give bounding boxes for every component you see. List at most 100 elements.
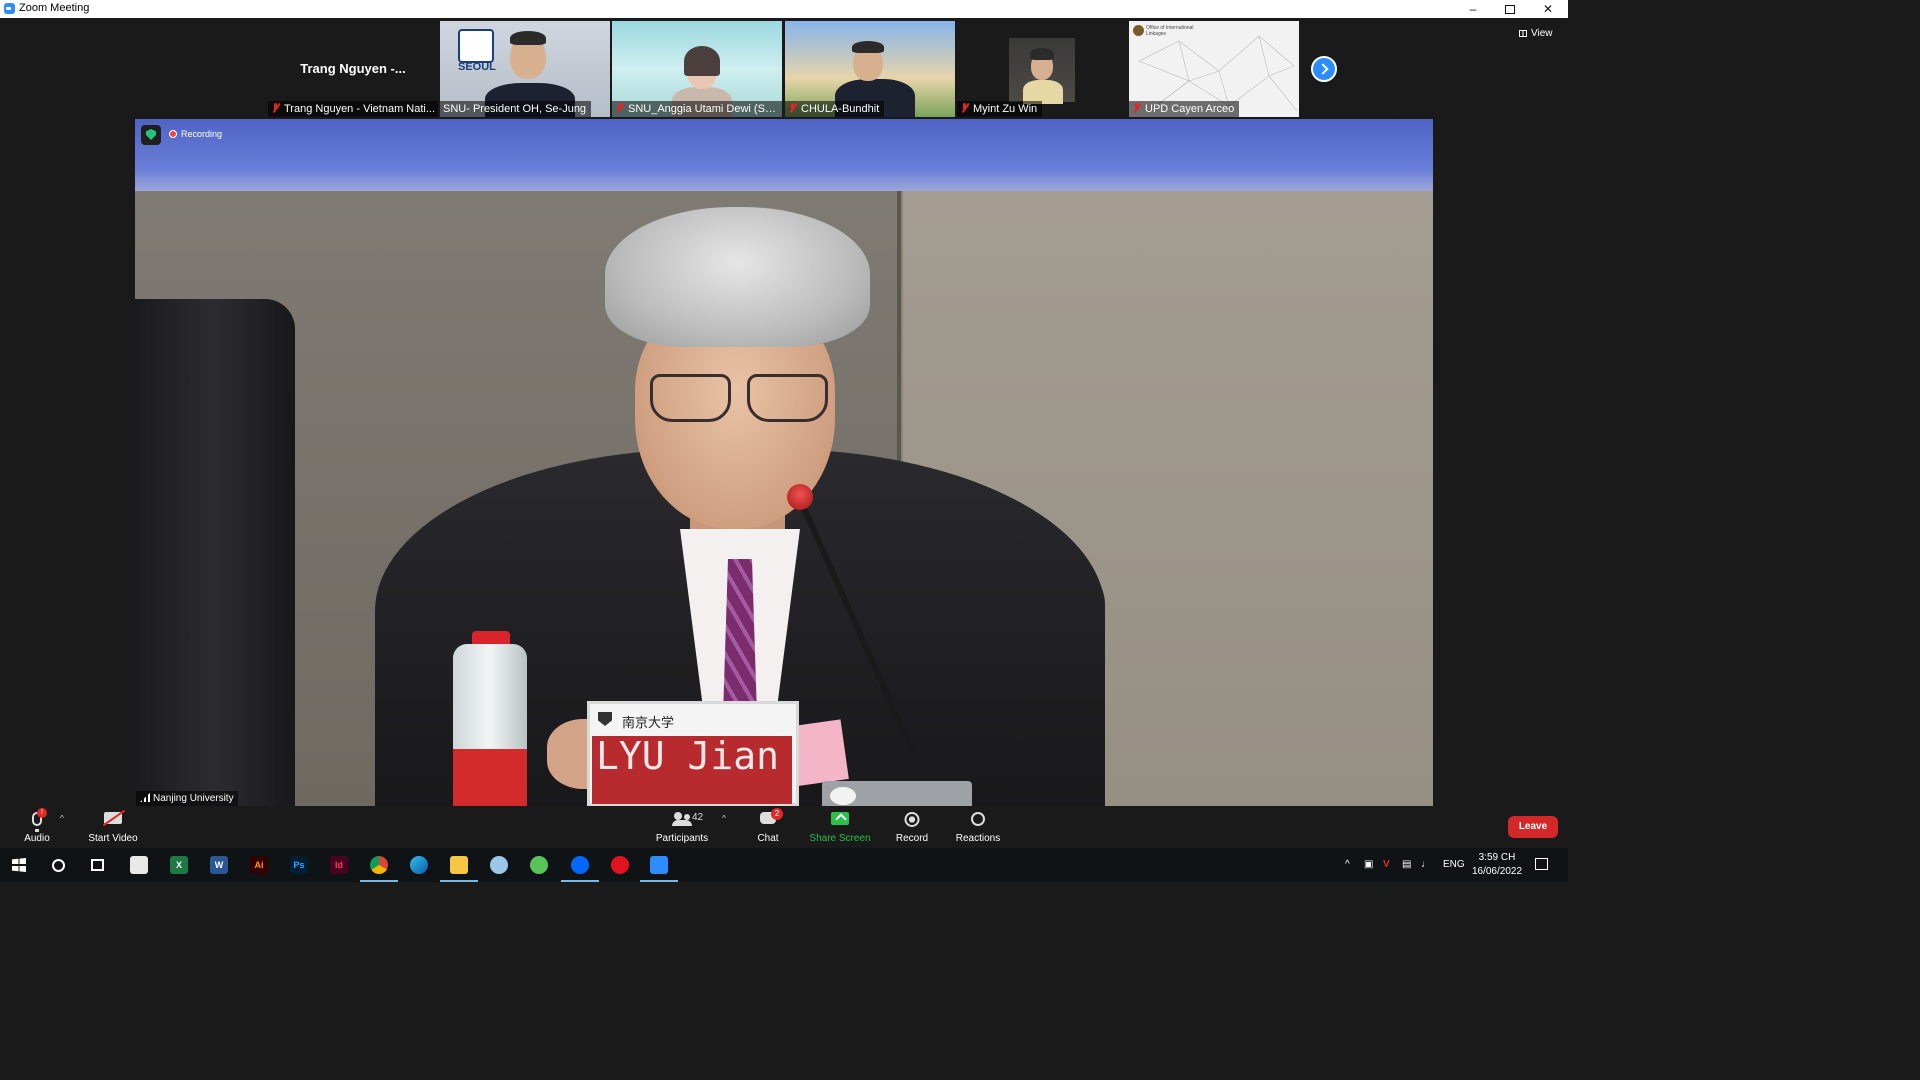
- signal-strength-icon: [140, 793, 150, 802]
- illustrator-app-icon[interactable]: Ai: [250, 856, 268, 874]
- muted-mic-icon: [615, 103, 624, 113]
- start-video-button[interactable]: Start Video: [83, 806, 143, 848]
- speaker-name: Nanjing University: [153, 793, 234, 804]
- participant-tile[interactable]: CHULA-Bundhit: [785, 21, 955, 117]
- participant-tile[interactable]: SNU_Anggia Utami Dewi (SPF): [612, 21, 782, 117]
- windows-start-icon[interactable]: [12, 858, 26, 872]
- participants-options-chevron-icon[interactable]: ^: [722, 814, 726, 823]
- task-view-icon[interactable]: [91, 859, 104, 871]
- chat-unread-badge: 2: [771, 808, 783, 820]
- taskbar-clock[interactable]: 3:59 CH 16/06/2022: [1470, 851, 1524, 879]
- participant-tile[interactable]: Myint Zu Win: [957, 21, 1127, 117]
- cortana-search-icon[interactable]: [52, 859, 65, 872]
- participant-name-tag: CHULA-Bundhit: [785, 101, 885, 117]
- edge-app-icon[interactable]: [410, 856, 428, 874]
- participant-tile[interactable]: Trang Nguyen -... Trang Nguyen - Vietnam…: [268, 21, 438, 117]
- network-icon[interactable]: ▤: [1402, 848, 1411, 882]
- opera-app-icon[interactable]: [611, 856, 629, 874]
- university-crest-icon: [598, 712, 612, 726]
- university-logo-icon: [458, 29, 494, 63]
- start-video-label: Start Video: [88, 833, 138, 844]
- participant-name: CHULA-Bundhit: [801, 103, 880, 115]
- close-button[interactable]: ✕: [1530, 0, 1566, 18]
- chair: [135, 299, 295, 806]
- record-icon: [904, 812, 920, 827]
- participant-hair: [510, 31, 546, 45]
- view-label: View: [1531, 28, 1553, 39]
- muted-mic-icon: [271, 103, 280, 113]
- calendar-app-icon[interactable]: [130, 856, 148, 874]
- nameplate-header: 南京大学: [590, 704, 796, 732]
- record-button[interactable]: Record: [892, 806, 932, 848]
- microphone-icon: [787, 484, 813, 510]
- audio-label: Audio: [24, 833, 50, 844]
- audio-button[interactable]: ! Audio: [17, 806, 57, 848]
- minimize-button[interactable]: –: [1455, 0, 1491, 18]
- file-explorer-icon[interactable]: [440, 856, 478, 882]
- nameplate-university: 南京大学: [622, 715, 675, 730]
- speaker-name-tag: Nanjing University: [136, 791, 238, 806]
- active-speaker-video[interactable]: 南京大学 LYU Jian Recording Nanjing Universi…: [135, 119, 1433, 806]
- tray-app-icon[interactable]: ▣: [1364, 848, 1373, 882]
- input-language[interactable]: ENG: [1443, 848, 1465, 882]
- word-app-icon[interactable]: W: [210, 856, 228, 874]
- photoshop-app-icon[interactable]: Ps: [290, 856, 308, 874]
- participant-gallery: Trang Nguyen -... Trang Nguyen - Vietnam…: [0, 18, 1568, 118]
- muted-mic-icon: [1132, 103, 1141, 113]
- glasses-lens: [747, 374, 828, 422]
- meeting-toolbar: ! Audio ^ Start Video 42 Participants ^ …: [0, 806, 1568, 848]
- action-center-icon[interactable]: [1535, 858, 1548, 870]
- indesign-app-icon[interactable]: Id: [330, 856, 348, 874]
- antivirus-tray-icon[interactable]: V: [1383, 848, 1390, 882]
- participant-name: Trang Nguyen - Vietnam Nati...: [284, 103, 436, 115]
- share-screen-label: Share Screen: [809, 833, 871, 844]
- audio-options-chevron-icon[interactable]: ^: [60, 814, 64, 823]
- nameplate-name: LYU Jian: [596, 734, 780, 778]
- recording-label: Recording: [181, 129, 223, 139]
- participant-name-tag: SNU_Anggia Utami Dewi (SPF): [612, 101, 782, 117]
- zoom-taskbar-icon[interactable]: [640, 856, 678, 882]
- window-title: Zoom Meeting: [19, 2, 90, 14]
- participant-hair: [852, 41, 884, 53]
- windows-taskbar: X W Ai Ps Id ^ ▣ V ▤ ♩ ENG 3:59 CH 16/06…: [0, 848, 1568, 882]
- recording-dot-icon: [169, 130, 177, 138]
- participant-name-tag: Myint Zu Win: [957, 101, 1043, 117]
- window-titlebar: Zoom Meeting – ✕: [0, 0, 1568, 18]
- logo-text: SEOUL: [458, 61, 496, 73]
- logo-text: Office of International Linkages: [1146, 25, 1194, 37]
- gallery-next-page-button[interactable]: [1311, 56, 1337, 82]
- restore-button[interactable]: [1492, 0, 1528, 18]
- participant-display-name: Trang Nguyen -...: [300, 61, 406, 76]
- leave-button[interactable]: Leave: [1508, 816, 1558, 838]
- recording-indicator[interactable]: Recording: [169, 129, 222, 139]
- participant-tile[interactable]: Office of International Linkages UPD Cay…: [1129, 21, 1299, 117]
- excel-app-icon[interactable]: X: [170, 856, 188, 874]
- participants-label: Participants: [655, 833, 709, 844]
- participant-name-tag: SNU- President OH, Se-Jung: [440, 101, 592, 117]
- record-label: Record: [895, 833, 929, 844]
- reactions-smiley-icon: [971, 812, 985, 826]
- reactions-button[interactable]: Reactions: [952, 806, 1004, 848]
- chat-button[interactable]: 2 Chat: [748, 806, 788, 848]
- encryption-shield-icon[interactable]: [141, 125, 161, 145]
- chrome-app-icon[interactable]: [360, 856, 398, 882]
- show-hidden-icons-chevron-icon[interactable]: ^: [1345, 848, 1350, 882]
- participants-count: 42: [692, 812, 704, 823]
- participants-icon: [672, 812, 692, 826]
- participant-name: SNU_Anggia Utami Dewi (SPF): [628, 103, 782, 115]
- participants-button[interactable]: 42 Participants: [652, 806, 712, 848]
- participant-name: Myint Zu Win: [973, 103, 1038, 115]
- microphone-button: [830, 787, 856, 805]
- participant-tile[interactable]: SEOUL SNU- President OH, Se-Jung: [440, 21, 610, 117]
- volume-icon[interactable]: ♩: [1421, 848, 1431, 882]
- muted-mic-icon: [788, 103, 797, 113]
- view-button[interactable]: View: [1519, 28, 1553, 39]
- zalo-app-icon[interactable]: [561, 856, 599, 882]
- share-screen-button[interactable]: Share Screen: [806, 806, 874, 848]
- bottle-label: [453, 749, 527, 806]
- paint-app-icon[interactable]: [490, 856, 508, 874]
- participant-name-tag: Trang Nguyen - Vietnam Nati...: [268, 101, 438, 117]
- video-off-icon: [104, 812, 122, 824]
- green-app-icon[interactable]: [530, 856, 548, 874]
- stage-backdrop: [135, 119, 1433, 191]
